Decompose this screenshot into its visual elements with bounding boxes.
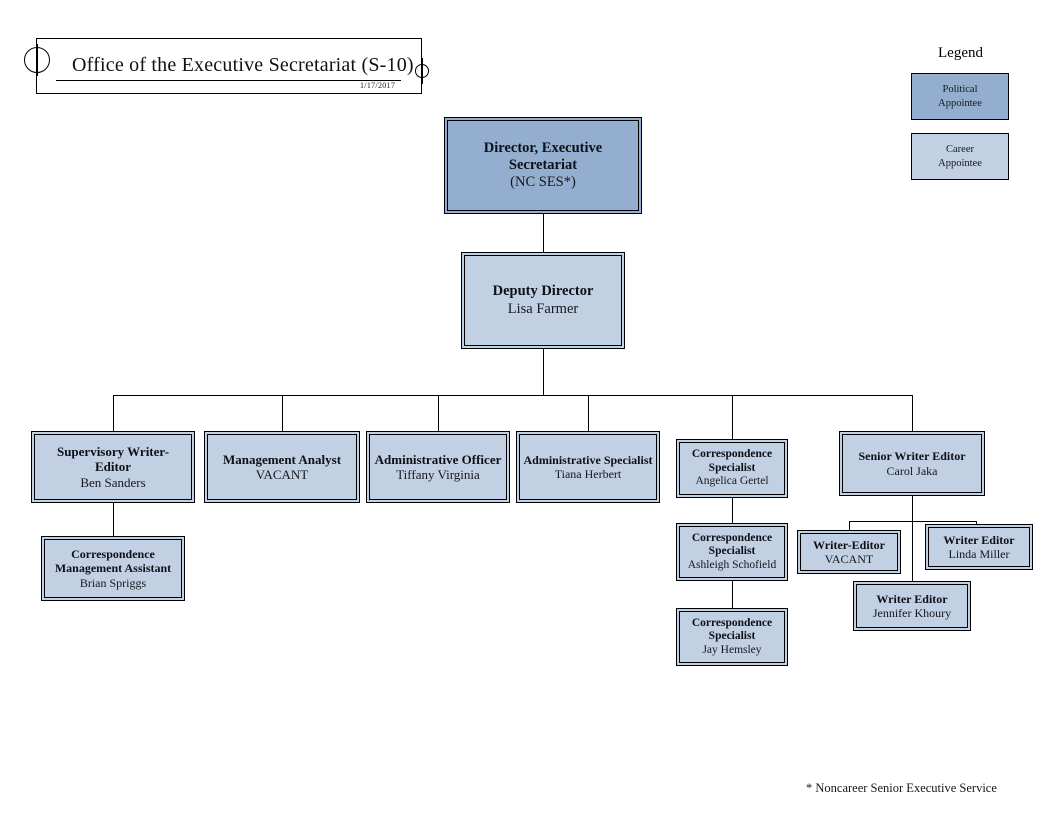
node-writer-editor-jennifer-khoury[interactable]: Writer Editor Jennifer Khoury	[853, 581, 971, 631]
legend-political-line1: Political	[942, 84, 978, 96]
node-writer-editor-vacant-name: VACANT	[824, 552, 874, 566]
connector-division-bus	[113, 395, 913, 396]
node-corr-mgmt-assistant-title-line1: Correspondence	[71, 547, 155, 562]
node-administrative-officer-title: Administrative Officer	[374, 451, 502, 467]
node-corr-spec-2-title-line1: Correspondence	[691, 531, 773, 544]
node-corr-spec-1-name: Angelica Gertel	[695, 475, 769, 488]
node-senior-writer-editor[interactable]: Senior Writer Editor Carol Jaka	[839, 431, 985, 496]
node-corr-spec-3-title-line1: Correspondence	[691, 616, 773, 629]
org-chart-canvas: Office of the Executive Secretariat (S-1…	[0, 0, 1056, 816]
node-corr-mgmt-assistant-title-line2: Management Assistant	[54, 561, 172, 576]
node-director-title-line1: Director, Executive	[483, 139, 603, 156]
chart-date: 1/17/2017	[360, 81, 396, 90]
node-writer-editor-vacant-title: Writer-Editor	[813, 537, 885, 552]
connector-bus-drop-correspondence-specialist	[732, 395, 733, 439]
connector-director-to-deputy	[543, 214, 544, 252]
legend-political-line2: Appointee	[938, 97, 982, 109]
node-deputy-director-title: Deputy Director	[492, 283, 594, 300]
node-management-analyst-title: Management Analyst	[222, 451, 342, 467]
node-director-executive-secretariat[interactable]: Director, Executive Secretariat (NC SES*…	[444, 117, 642, 214]
footnote-noncareer-ses: * Noncareer Senior Executive Service	[806, 781, 997, 795]
connector-senior-writer-editor-stem	[912, 496, 913, 581]
node-correspondence-specialist-ashleigh-schofield[interactable]: Correspondence Specialist Ashleigh Schof…	[676, 523, 788, 581]
node-corr-spec-1-title-line1: Correspondence	[691, 448, 773, 461]
node-writer-editor-linda-miller[interactable]: Writer Editor Linda Miller	[925, 524, 1033, 570]
node-corr-spec-2-name: Ashleigh Schofield	[687, 558, 777, 571]
connector-bus-drop-administrative-officer	[438, 395, 439, 431]
node-supervisory-writer-editor[interactable]: Supervisory Writer- Editor Ben Sanders	[31, 431, 195, 503]
page-title: Office of the Executive Secretariat (S-1…	[72, 54, 414, 76]
node-corr-spec-3-title-line2: Specialist	[708, 630, 756, 643]
node-administrative-specialist-title: Administrative Specialist	[523, 452, 653, 467]
connector-bus-drop-senior-writer-editor	[912, 395, 913, 431]
node-administrative-specialist-name: Tiana Herbert	[554, 467, 622, 481]
node-writer-editor-linda-miller-title: Writer Editor	[943, 532, 1015, 547]
node-writer-editor-jennifer-khoury-title: Writer Editor	[876, 591, 948, 606]
node-administrative-specialist[interactable]: Administrative Specialist Tiana Herbert	[516, 431, 660, 503]
connector-writer-editor-bus	[849, 521, 976, 522]
node-writer-editor-linda-miller-name: Linda Miller	[948, 547, 1010, 561]
node-management-analyst-name: VACANT	[255, 467, 309, 482]
title-right-connector-stem	[422, 58, 423, 84]
node-correspondence-specialist-angelica-gertel[interactable]: Correspondence Specialist Angelica Gerte…	[676, 439, 788, 498]
node-senior-writer-editor-name: Carol Jaka	[886, 463, 938, 478]
node-supervisory-writer-editor-title-line1: Supervisory Writer-	[56, 444, 170, 459]
node-administrative-officer[interactable]: Administrative Officer Tiffany Virginia	[366, 431, 510, 503]
connector-bus-drop-management-analyst	[282, 395, 283, 431]
title-underline	[56, 80, 401, 81]
node-correspondence-specialist-jay-hemsley[interactable]: Correspondence Specialist Jay Hemsley	[676, 608, 788, 666]
node-management-analyst[interactable]: Management Analyst VACANT	[204, 431, 360, 503]
node-corr-mgmt-assistant-name: Brian Spriggs	[79, 575, 147, 590]
node-correspondence-management-assistant[interactable]: Correspondence Management Assistant Bria…	[41, 536, 185, 601]
node-writer-editor-vacant[interactable]: Writer-Editor VACANT	[797, 530, 901, 574]
node-corr-spec-3-name: Jay Hemsley	[702, 643, 762, 656]
connector-bus-drop-administrative-specialist	[588, 395, 589, 431]
connector-corr-spec-1-to-2	[732, 498, 733, 523]
node-supervisory-writer-editor-name: Ben Sanders	[80, 474, 146, 490]
connector-drop-writer-editor-vacant	[849, 521, 850, 530]
connector-corr-spec-2-to-3	[732, 581, 733, 608]
legend-career-line1: Career	[946, 144, 974, 156]
connector-deputy-to-bus	[543, 349, 544, 395]
node-senior-writer-editor-title: Senior Writer Editor	[858, 449, 966, 464]
connector-supervisory-to-corr-mgmt-assistant	[113, 503, 114, 536]
connector-bus-drop-supervisory-writer-editor	[113, 395, 114, 431]
node-supervisory-writer-editor-title-line2: Editor	[94, 459, 132, 475]
legend-item-career-appointee: Career Appointee	[911, 133, 1009, 180]
legend-item-political-appointee: Political Appointee	[911, 73, 1009, 120]
node-corr-spec-2-title-line2: Specialist	[708, 545, 756, 558]
node-corr-spec-1-title-line2: Specialist	[708, 461, 756, 474]
node-director-title-line2: Secretariat	[508, 156, 578, 173]
node-administrative-officer-name: Tiffany Virginia	[396, 467, 480, 482]
title-left-connector-stem	[37, 44, 38, 76]
legend-career-line2: Appointee	[938, 157, 982, 169]
node-deputy-director-name: Lisa Farmer	[507, 300, 579, 317]
node-director-name: (NC SES*)	[510, 174, 576, 191]
node-deputy-director[interactable]: Deputy Director Lisa Farmer	[461, 252, 625, 349]
legend-heading: Legend	[938, 45, 983, 61]
node-writer-editor-jennifer-khoury-name: Jennifer Khoury	[872, 606, 952, 620]
